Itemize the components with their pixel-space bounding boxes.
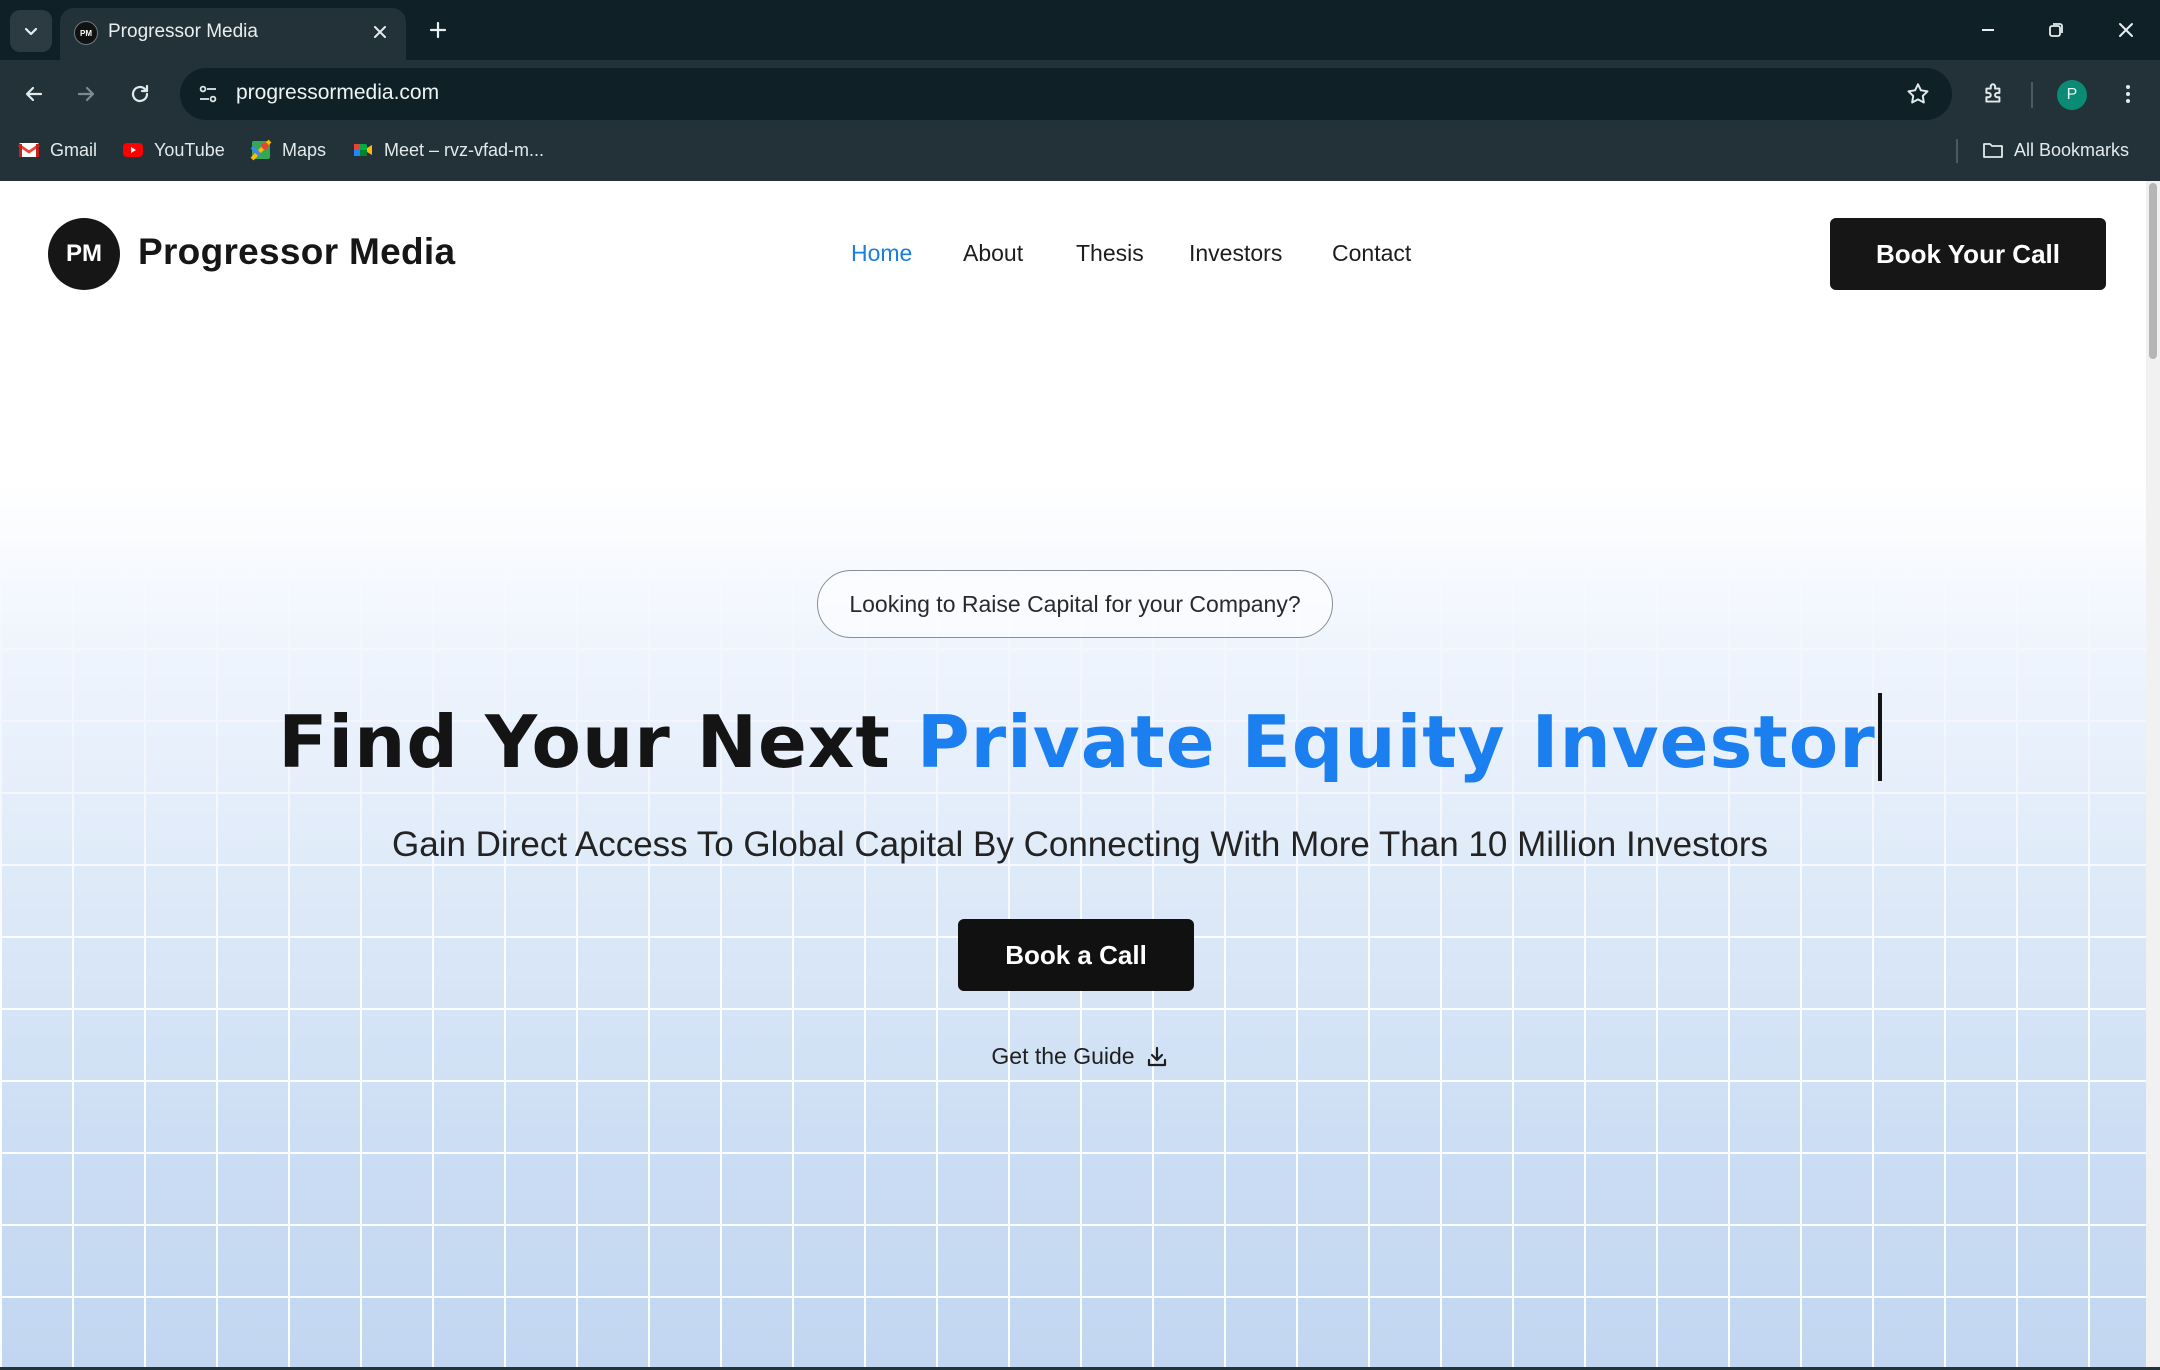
browser-chrome: PM Progressor Media progressormedia.com … <box>0 0 2160 181</box>
nav-link-home[interactable]: Home <box>851 240 912 267</box>
page-viewport: PM Progressor Media Home About Thesis In… <box>0 181 2160 1370</box>
tab-close-button[interactable] <box>366 18 394 46</box>
active-tab[interactable]: PM Progressor Media <box>60 8 406 60</box>
toolbar-divider <box>2031 82 2033 108</box>
puzzle-icon <box>1985 83 2001 103</box>
forward-button[interactable] <box>66 74 106 114</box>
profile-avatar[interactable]: P <box>2057 80 2087 110</box>
new-tab-button[interactable] <box>420 12 456 48</box>
bookmarks-divider <box>1956 139 1958 163</box>
tab-title: Progressor Media <box>108 21 258 42</box>
nav-link-contact[interactable]: Contact <box>1332 240 1411 267</box>
back-button[interactable] <box>14 74 54 114</box>
reload-button[interactable] <box>120 74 160 114</box>
more-vert-icon <box>2126 85 2130 103</box>
book-your-call-button[interactable]: Book Your Call <box>1830 218 2106 290</box>
bookmark-label: YouTube <box>154 139 225 160</box>
nav-link-about[interactable]: About <box>963 240 1023 267</box>
bookmark-star-button[interactable] <box>1904 80 1932 108</box>
hero-subheadline: Gain Direct Access To Global Capital By … <box>392 825 1768 864</box>
arrow-left-icon <box>25 86 43 102</box>
star-icon <box>1907 83 1929 104</box>
plus-icon <box>429 21 447 39</box>
nav-link-thesis[interactable]: Thesis <box>1076 240 1144 267</box>
bookmark-maps[interactable]: Maps <box>250 131 326 169</box>
book-a-call-button[interactable]: Book a Call <box>958 919 1194 991</box>
bookmark-meet[interactable]: Meet – rvz-vfad-m... <box>352 131 544 169</box>
get-the-guide-link[interactable]: Get the Guide <box>0 1043 2160 1070</box>
gmail-icon <box>18 143 40 157</box>
arrow-right-icon <box>77 86 95 102</box>
nav-link-investors[interactable]: Investors <box>1189 240 1282 267</box>
raise-capital-pill[interactable]: Looking to Raise Capital for your Compan… <box>817 570 1333 638</box>
reload-icon <box>131 84 149 103</box>
page-scrollbar[interactable] <box>2146 181 2160 1370</box>
close-icon <box>374 26 386 38</box>
restore-icon <box>2049 23 2063 37</box>
headline-accent: Private Equity Investor <box>916 700 1876 784</box>
site-info-button[interactable] <box>194 80 222 108</box>
all-bookmarks-button[interactable]: All Bookmarks <box>1982 131 2129 169</box>
tab-strip: PM Progressor Media <box>0 0 2160 60</box>
folder-icon <box>1983 143 2003 158</box>
url-text[interactable]: progressormedia.com <box>236 81 439 105</box>
bookmark-label: Gmail <box>50 139 98 160</box>
chevron-down-icon <box>24 27 38 36</box>
guide-label: Get the Guide <box>991 1043 1135 1069</box>
logo-mark[interactable]: PM <box>48 218 120 290</box>
all-bookmarks-label: All Bookmarks <box>2014 139 2130 160</box>
browser-menu-button[interactable] <box>2108 74 2148 114</box>
bookmark-label: Maps <box>282 139 327 160</box>
download-icon <box>1147 1046 1166 1066</box>
site-header: PM Progressor Media Home About Thesis In… <box>0 181 2160 291</box>
tune-icon <box>199 85 217 103</box>
bookmark-youtube[interactable]: YouTube <box>122 131 225 169</box>
close-icon <box>2119 23 2133 37</box>
hero-headline: Find Your Next Private Equity Investor <box>0 693 2160 784</box>
bookmark-label: Meet – rvz-vfad-m... <box>384 139 545 160</box>
typing-caret <box>1877 693 1882 781</box>
bookmark-gmail[interactable]: Gmail <box>18 131 97 169</box>
restore-button[interactable] <box>2026 8 2086 52</box>
scrollbar-thumb[interactable] <box>2149 183 2157 359</box>
maps-icon <box>250 139 272 161</box>
logo-text[interactable]: Progressor Media <box>138 231 455 273</box>
extensions-button[interactable] <box>1974 74 2014 114</box>
site-favicon-icon: PM <box>74 21 98 45</box>
close-window-button[interactable] <box>2096 8 2156 52</box>
minimize-icon <box>1982 29 1994 31</box>
tab-search-button[interactable] <box>10 10 52 52</box>
headline-prefix: Find Your Next <box>278 700 917 784</box>
youtube-icon <box>123 143 143 157</box>
bookmarks-bar: Gmail YouTube Maps Meet – rvz-vfad-m... … <box>0 131 2160 171</box>
minimize-button[interactable] <box>1958 8 2018 52</box>
address-bar[interactable]: progressormedia.com <box>180 68 1952 120</box>
meet-icon <box>354 144 372 156</box>
